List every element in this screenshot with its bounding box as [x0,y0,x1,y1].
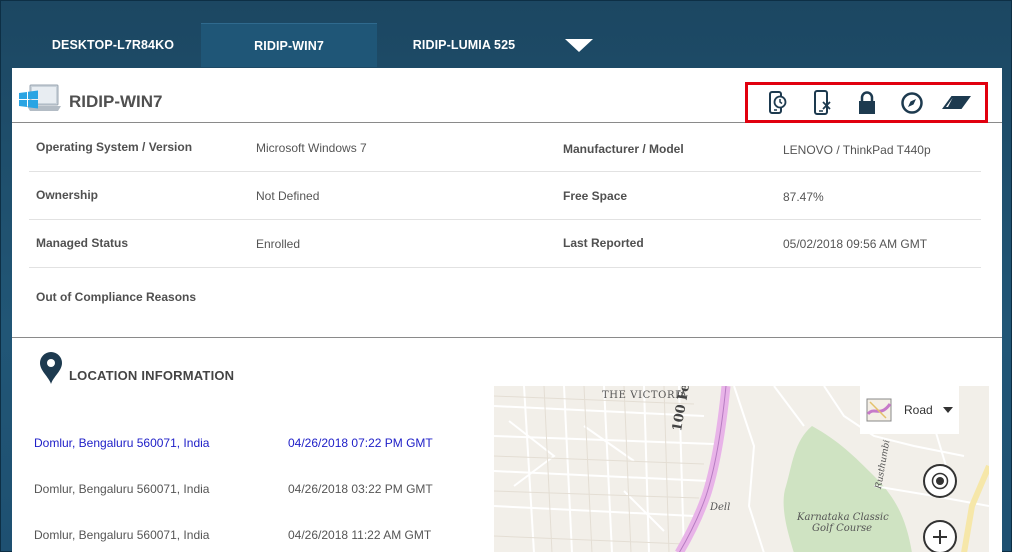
os-value: Microsoft Windows 7 [256,141,367,155]
map-style-label: Road [904,403,933,417]
map-label-dell: Dell [710,502,731,513]
ownership-label: Ownership [36,188,99,202]
last-reported-label: Last Reported [563,236,644,250]
device-header: RIDIP-WIN7 [12,68,1002,123]
location-time: 04/26/2018 03:22 PM GMT [288,482,433,496]
device-details: Operating System / Version Microsoft Win… [12,124,1002,338]
ownership-value: Not Defined [256,189,320,203]
detail-row-os: Operating System / Version Microsoft Win… [12,124,1002,172]
wipe-device-button[interactable] [941,88,972,118]
location-address: Domlur, Bengaluru 560071, India [34,482,210,496]
map-zoom-in-button[interactable] [923,520,957,552]
tab-desktop-l7r84ko[interactable]: DESKTOP-L7R84KO [25,23,201,67]
os-label: Operating System / Version [36,140,193,154]
location-section-title: LOCATION INFORMATION [69,368,235,383]
compass-icon [900,91,923,114]
locate-device-button[interactable] [897,88,927,118]
tab-ridip-win7[interactable]: RIDIP-WIN7 [201,23,377,67]
map-label-golf: Karnataka Classic [797,512,889,523]
last-reported-value: 05/02/2018 09:56 AM GMT [783,237,928,251]
device-title: RIDIP-WIN7 [69,92,163,111]
compliance-label: Out of Compliance Reasons [36,290,197,304]
device-actions-toolbar [745,82,988,123]
location-address: Domlur, Bengaluru 560071, India [34,436,210,450]
map-label-golf-course: Golf Course [812,523,873,534]
map-style-selector[interactable]: Road [860,386,959,434]
detail-row-compliance: Out of Compliance Reasons [12,268,1002,316]
location-entry[interactable]: Domlur, Bengaluru 560071, India 04/26/20… [34,482,484,502]
app-frame: DESKTOP-L7R84KO RIDIP-WIN7 RIDIP-LUMIA 5… [0,0,1012,552]
tab-ridip-lumia-525[interactable]: RIDIP-LUMIA 525 [377,23,551,67]
manufacturer-label: Manufacturer / Model [563,142,684,156]
target-icon [931,472,949,490]
location-map[interactable]: THE VICTORIA 100 Feet Road Dell Karnatak… [494,386,989,552]
location-time: 04/26/2018 07:22 PM GMT [288,436,433,450]
chevron-down-icon [565,38,593,52]
device-refresh-icon [768,90,786,114]
location-address: Domlur, Bengaluru 560071, India [34,528,210,542]
lock-device-button[interactable] [852,88,882,118]
freespace-label: Free Space [563,189,628,203]
eraser-icon [941,95,971,109]
chevron-down-icon [942,407,953,413]
road-map-icon [866,398,892,422]
windows-laptop-icon [19,84,61,111]
unenroll-device-button[interactable] [807,88,837,118]
device-panel: RIDIP-WIN7 Operating System / Version Mi… [12,68,1002,552]
refresh-device-button[interactable] [762,88,792,118]
lock-icon [858,90,875,114]
detail-row-ownership: Ownership Not Defined Free Space 87.47% [12,172,1002,220]
manufacturer-value: LENOVO / ThinkPad T440p [783,143,931,157]
managed-status-label: Managed Status [36,236,129,250]
device-unenroll-icon [813,89,831,115]
more-tabs-button[interactable] [551,23,607,67]
location-time: 04/26/2018 11:22 AM GMT [288,528,432,542]
detail-row-managed: Managed Status Enrolled Last Reported 05… [12,220,1002,268]
map-locate-me-button[interactable] [923,464,957,498]
freespace-value: 87.47% [783,190,824,204]
location-entry[interactable]: Domlur, Bengaluru 560071, India 04/26/20… [34,436,484,456]
managed-status-value: Enrolled [256,237,301,251]
location-entry[interactable]: Domlur, Bengaluru 560071, India 04/26/20… [34,528,484,548]
location-pin-icon [40,352,62,384]
plus-icon [933,530,947,544]
device-tab-bar: DESKTOP-L7R84KO RIDIP-WIN7 RIDIP-LUMIA 5… [25,23,607,67]
